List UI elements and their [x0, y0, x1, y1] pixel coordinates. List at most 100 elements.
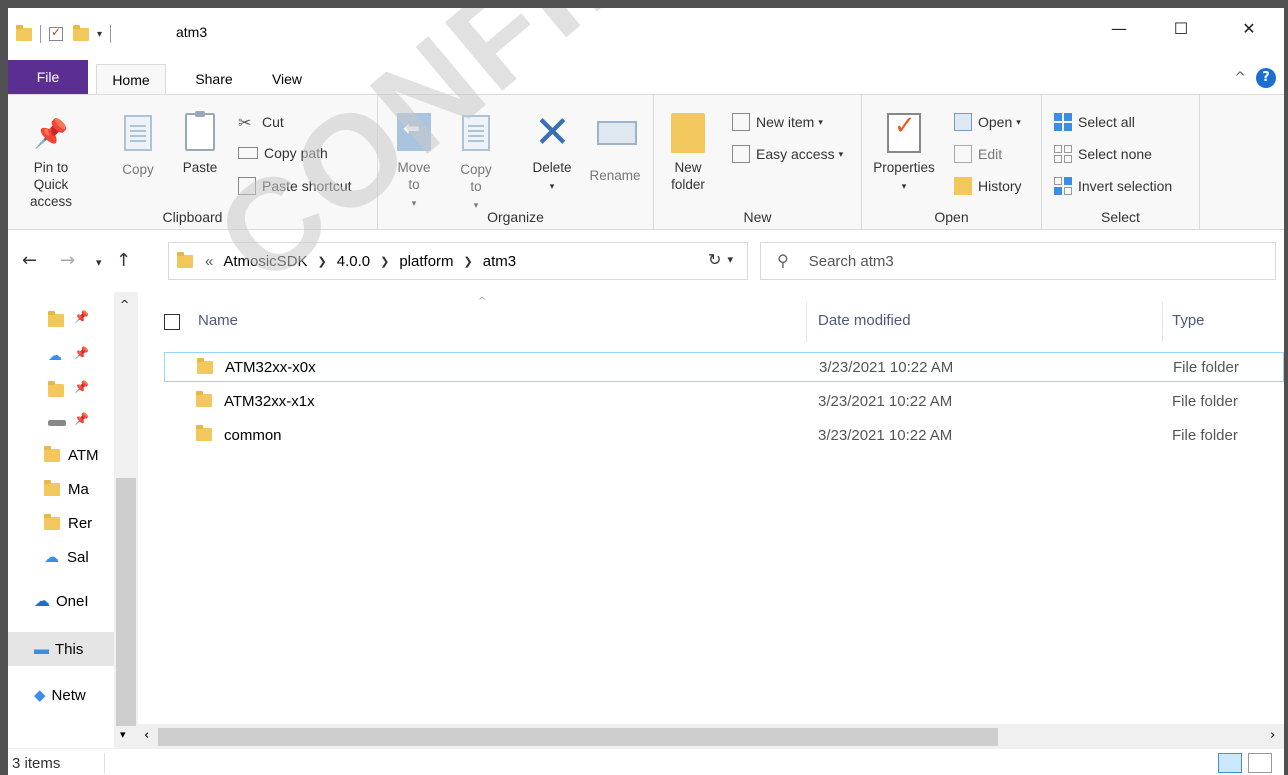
large-icons-view-icon[interactable] [1248, 753, 1272, 773]
new-folder-icon [670, 113, 706, 153]
column-header-name[interactable]: Name [198, 312, 238, 329]
nav-item-ma[interactable]: Ma [44, 476, 89, 502]
scroll-up-icon[interactable]: ^ [120, 298, 129, 311]
select-all-checkbox[interactable] [164, 314, 180, 330]
column-header-type[interactable]: Type [1172, 312, 1205, 329]
select-group: Select all Select none Invert selection … [1042, 95, 1200, 229]
invert-selection-button[interactable]: Invert selection [1054, 177, 1172, 195]
properties-icon[interactable] [49, 25, 63, 41]
search-input[interactable]: ⚲ Search atm3 [760, 242, 1276, 280]
history-icon [954, 177, 972, 195]
minimize-button[interactable]: — [1096, 8, 1142, 48]
overflow-icon[interactable]: « [205, 253, 213, 270]
nav-item-this-pc[interactable]: ▬ This [8, 632, 114, 666]
new-item-button[interactable]: New item ▾ [732, 113, 823, 131]
chevron-right-icon[interactable]: ❯ [380, 255, 389, 268]
edit-button[interactable]: Edit [954, 145, 1002, 163]
organize-group: Move to▾ Copy to▾ ✕ Delete▾ Rename Organ… [378, 95, 654, 229]
chevron-down-icon[interactable]: ▾ [727, 253, 733, 266]
nav-item-sal[interactable]: ☁ Sal [44, 544, 89, 570]
pin-icon: 📌 [74, 346, 89, 360]
edit-icon [954, 145, 972, 163]
easy-access-button[interactable]: Easy access ▾ [732, 145, 843, 163]
chevron-right-icon[interactable]: ❯ [464, 255, 473, 268]
new-group: New folder New item ▾ Easy access ▾ New [654, 95, 862, 229]
pin-to-quick-access-button[interactable]: 📌 Pin to Quick access [16, 113, 86, 210]
select-none-button[interactable]: Select none [1054, 145, 1152, 163]
shortcut-icon [238, 177, 256, 195]
status-bar: 3 items [8, 748, 1284, 775]
back-arrow-icon[interactable]: ← [22, 250, 37, 271]
nav-item-atm[interactable]: ATM [44, 442, 99, 468]
new-folder-icon[interactable] [73, 24, 89, 41]
collapse-ribbon-icon[interactable]: ^ [1234, 70, 1246, 86]
nav-item-rer[interactable]: Rer [44, 510, 92, 536]
select-all-icon [1054, 113, 1072, 131]
folder-icon [44, 513, 60, 530]
rename-button[interactable]: Rename [584, 113, 646, 184]
delete-button[interactable]: ✕ Delete ▾ [526, 111, 578, 195]
scroll-down-icon[interactable]: ▾ [120, 728, 126, 741]
window-title: atm3 [176, 24, 208, 40]
scroll-left-icon[interactable]: ‹ [144, 728, 149, 743]
navigation-pane: 📌 ☁ 📌 📌 📌 ATM Ma Rer ☁ Sal ☁ OneI ▬ This ◆ N… [8, 292, 138, 748]
scroll-right-icon[interactable]: › [1270, 728, 1275, 743]
chevron-down-icon[interactable]: ▾ [97, 29, 102, 40]
cloud-icon[interactable]: ☁ [48, 348, 62, 364]
folder-icon[interactable] [48, 381, 64, 397]
help-icon[interactable]: ? [1256, 68, 1276, 88]
new-item-icon [732, 113, 750, 131]
open-button[interactable]: Open ▾ [954, 113, 1021, 131]
copy-button[interactable]: Copy [116, 113, 160, 178]
clipboard-icon [182, 111, 218, 153]
nav-item-onedrive[interactable]: ☁ OneI [34, 588, 89, 614]
folder-icon[interactable] [48, 311, 64, 327]
close-button[interactable]: ✕ [1226, 8, 1272, 48]
history-button[interactable]: History [954, 177, 1022, 195]
table-row[interactable]: ATM32xx-x1x 3/23/2021 10:22 AM File fold… [164, 386, 1284, 416]
breadcrumb-platform[interactable]: platform [399, 253, 453, 270]
tab-view[interactable]: View [262, 64, 312, 94]
chevron-right-icon[interactable]: ❯ [318, 255, 327, 268]
explorer-window: ▾ atm3 — ☐ ✕ File Home Share View ^ ? 📌 … [8, 8, 1284, 775]
cut-button[interactable]: ✂ Cut [238, 113, 284, 132]
item-count: 3 items [12, 755, 61, 772]
clipboard-group: 📌 Pin to Quick access Copy Paste ✂ Cut C… [8, 95, 378, 229]
up-arrow-icon[interactable]: ↑ [116, 250, 131, 271]
recent-locations-icon[interactable]: ▾ [96, 256, 102, 269]
breadcrumb-atmosicsdk[interactable]: AtmosicSDK [223, 253, 307, 270]
nav-item-network[interactable]: ◆ Netw [34, 682, 86, 708]
properties-button[interactable]: Properties▾ [868, 113, 940, 195]
drive-icon[interactable] [48, 420, 66, 426]
onedrive-icon: ☁ [34, 593, 50, 610]
address-bar[interactable]: « AtmosicSDK ❯ 4.0.0 ❯ platform ❯ atm3 ▾ [168, 242, 748, 280]
table-row[interactable]: ATM32xx-x0x 3/23/2021 10:22 AM File fold… [164, 352, 1284, 382]
refresh-icon[interactable]: ↻ [708, 250, 721, 269]
new-folder-button[interactable]: New folder [666, 113, 710, 193]
paste-shortcut-button[interactable]: Paste shortcut [238, 177, 352, 195]
folder-shortcut-icon [196, 391, 212, 407]
tab-share[interactable]: Share [184, 64, 244, 94]
details-view-icon[interactable] [1218, 753, 1242, 773]
copy-path-button[interactable]: Copy path [238, 145, 328, 161]
move-to-button[interactable]: Move to▾ [392, 113, 436, 212]
tab-file[interactable]: File [8, 60, 88, 94]
ribbon: 📌 Pin to Quick access Copy Paste ✂ Cut C… [8, 94, 1284, 230]
column-header-date[interactable]: Date modified [818, 312, 911, 329]
horizontal-scroll-thumb[interactable] [158, 728, 998, 746]
paste-button[interactable]: Paste [178, 111, 222, 176]
table-row[interactable]: common 3/23/2021 10:22 AM File folder [164, 420, 1284, 450]
forward-arrow-icon[interactable]: → [60, 250, 75, 271]
breadcrumb-version[interactable]: 4.0.0 [337, 253, 370, 270]
select-all-button[interactable]: Select all [1054, 113, 1135, 131]
file-date: 3/23/2021 10:22 AM [819, 358, 954, 376]
copy-to-button[interactable]: Copy to ▾ [454, 113, 498, 214]
file-type: File folder [1172, 426, 1238, 444]
tab-home[interactable]: Home [96, 64, 166, 94]
file-list: ^ Name Date modified Type ATM32xx-x0x 3/… [138, 292, 1284, 724]
folder-icon [44, 479, 60, 496]
breadcrumb-atm3[interactable]: atm3 [483, 253, 516, 270]
maximize-button[interactable]: ☐ [1158, 8, 1204, 48]
pin-icon: 📌 [33, 117, 69, 149]
navpane-scroll-thumb[interactable] [116, 478, 136, 726]
